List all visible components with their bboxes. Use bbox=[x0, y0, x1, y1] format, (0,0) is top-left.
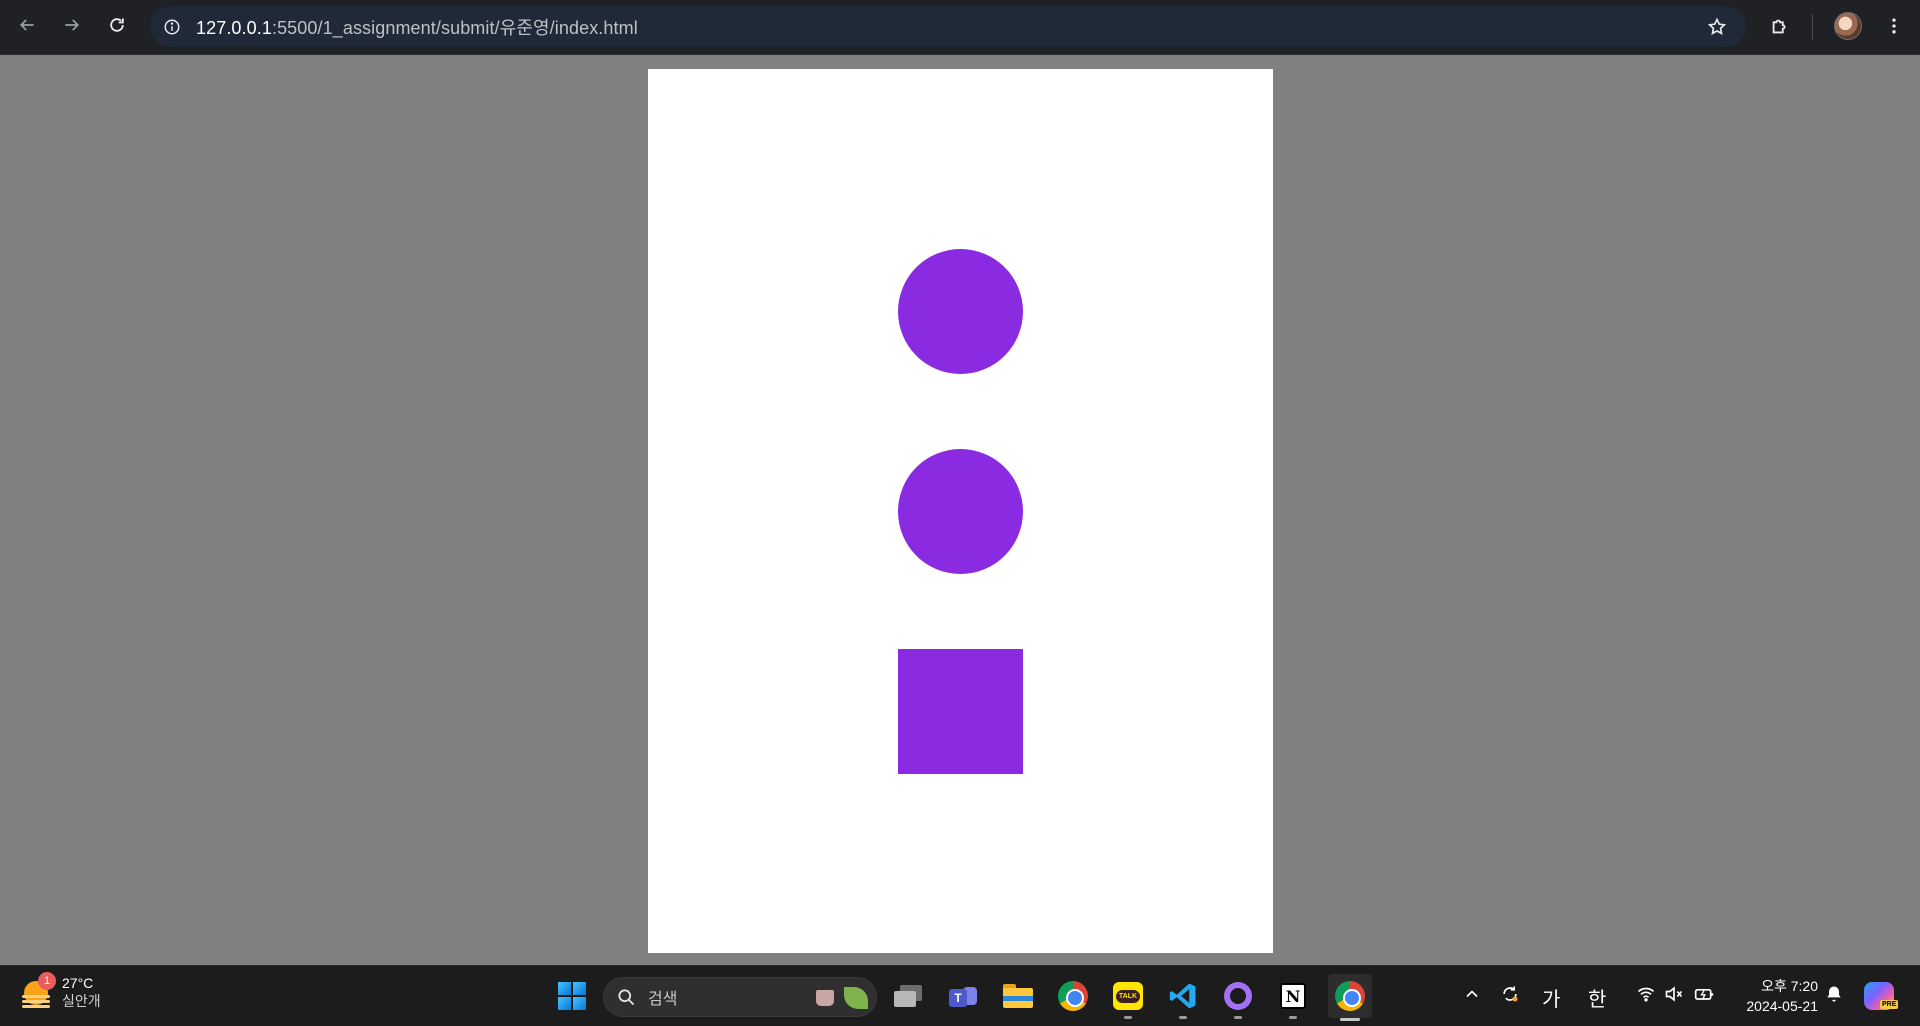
toolbar-divider bbox=[1812, 14, 1813, 40]
battery-button[interactable] bbox=[1694, 984, 1714, 1010]
show-hidden-icons-button[interactable] bbox=[1462, 984, 1482, 1010]
folder-icon bbox=[1003, 984, 1033, 1008]
url-path: :5500/1_assignment/submit/유준영/index.html bbox=[271, 17, 638, 38]
ime-mode-han[interactable]: 한 bbox=[1588, 983, 1606, 1012]
weather-badge: 1 bbox=[38, 972, 56, 990]
battery-charging-icon bbox=[1694, 989, 1714, 1000]
weather-haze-icon: 1 bbox=[20, 972, 56, 1009]
weather-temperature: 27°C bbox=[62, 975, 94, 991]
search-highlight-icon bbox=[816, 984, 868, 1012]
site-info-icon[interactable] bbox=[158, 13, 186, 41]
windows-logo-icon bbox=[558, 982, 586, 1010]
reload-button[interactable] bbox=[99, 7, 135, 43]
kakaotalk-label: TALK bbox=[1115, 989, 1141, 1003]
arrow-right-icon bbox=[65, 19, 80, 31]
search-icon bbox=[618, 989, 635, 1006]
active-indicator bbox=[1340, 1018, 1360, 1021]
wifi-button[interactable] bbox=[1636, 984, 1656, 1010]
search-label: 검색 bbox=[648, 991, 678, 1008]
notion-icon: N bbox=[1280, 983, 1306, 1009]
task-view-button[interactable] bbox=[888, 976, 928, 1016]
sync-status-button[interactable] bbox=[1500, 984, 1520, 1010]
copilot-preview-badge: PRE bbox=[1880, 1000, 1899, 1009]
chrome-active-button[interactable] bbox=[1328, 974, 1372, 1021]
notifications-button[interactable] bbox=[1824, 984, 1844, 1010]
file-explorer-button[interactable] bbox=[998, 976, 1038, 1016]
teams-icon: T bbox=[949, 983, 977, 1009]
start-button[interactable] bbox=[552, 976, 592, 1016]
weather-description: 실안개 bbox=[62, 993, 101, 1009]
profile-avatar[interactable] bbox=[1834, 12, 1862, 40]
windows-taskbar: 1 27°C 실안개 검색 T TALK N 가 한 오후 7:20 2024-… bbox=[0, 965, 1920, 1026]
notion-button[interactable]: N bbox=[1273, 976, 1313, 1019]
purple-circle-middle bbox=[898, 449, 1023, 574]
chevron-up-icon bbox=[1466, 990, 1478, 998]
wifi-icon bbox=[1637, 987, 1655, 1002]
clock-time: 오후 7:20 bbox=[1761, 978, 1818, 994]
weather-widget[interactable]: 1 27°C 실안개 bbox=[20, 972, 101, 1010]
bookmark-star-icon[interactable] bbox=[1702, 12, 1732, 42]
github-desktop-button[interactable] bbox=[1218, 976, 1258, 1019]
volume-muted-icon bbox=[1665, 986, 1683, 1002]
running-indicator bbox=[1234, 1016, 1242, 1019]
sync-icon bbox=[1503, 986, 1518, 1002]
vscode-button[interactable] bbox=[1163, 976, 1203, 1019]
back-button[interactable] bbox=[9, 7, 45, 43]
page-viewport bbox=[0, 55, 1920, 965]
running-indicator bbox=[1124, 1016, 1132, 1019]
bell-icon bbox=[1827, 986, 1841, 1002]
volume-button[interactable] bbox=[1664, 984, 1684, 1010]
page-canvas bbox=[648, 69, 1273, 953]
github-icon bbox=[1224, 982, 1252, 1010]
running-indicator bbox=[1289, 1016, 1297, 1019]
notion-letter: N bbox=[1285, 986, 1301, 1006]
purple-square bbox=[898, 649, 1023, 774]
chrome-profile-icon bbox=[1335, 981, 1365, 1011]
chrome-taskbar-button[interactable] bbox=[1053, 976, 1093, 1016]
running-indicator bbox=[1179, 1016, 1187, 1019]
task-view-icon bbox=[894, 985, 922, 1007]
browser-toolbar: 127.0.0.1:5500/1_assignment/submit/유준영/i… bbox=[0, 0, 1920, 55]
vscode-icon bbox=[1169, 983, 1196, 1009]
reload-icon bbox=[110, 18, 124, 32]
puzzle-icon bbox=[1772, 19, 1786, 34]
url-text[interactable]: 127.0.0.1:5500/1_assignment/submit/유준영/i… bbox=[196, 14, 638, 40]
kakaotalk-icon: TALK bbox=[1113, 982, 1143, 1010]
taskbar-search[interactable]: 검색 bbox=[603, 977, 877, 1017]
browser-menu-button[interactable] bbox=[1876, 8, 1912, 44]
teams-button[interactable]: T bbox=[943, 976, 983, 1016]
address-bar[interactable]: 127.0.0.1:5500/1_assignment/submit/유준영/i… bbox=[150, 6, 1746, 47]
kebab-menu-icon bbox=[1892, 18, 1896, 34]
purple-circle-top bbox=[898, 249, 1023, 374]
forward-button[interactable] bbox=[54, 7, 90, 43]
kakaotalk-button[interactable]: TALK bbox=[1108, 976, 1148, 1019]
arrow-left-icon bbox=[19, 19, 34, 31]
clock-date: 2024-05-21 bbox=[1746, 998, 1818, 1014]
chrome-icon bbox=[1058, 981, 1088, 1011]
extensions-button[interactable] bbox=[1762, 8, 1798, 44]
ime-mode-ga[interactable]: 가 bbox=[1542, 983, 1560, 1012]
system-clock[interactable]: 오후 7:20 2024-05-21 bbox=[1728, 976, 1818, 1016]
url-host: 127.0.0.1 bbox=[196, 17, 272, 38]
